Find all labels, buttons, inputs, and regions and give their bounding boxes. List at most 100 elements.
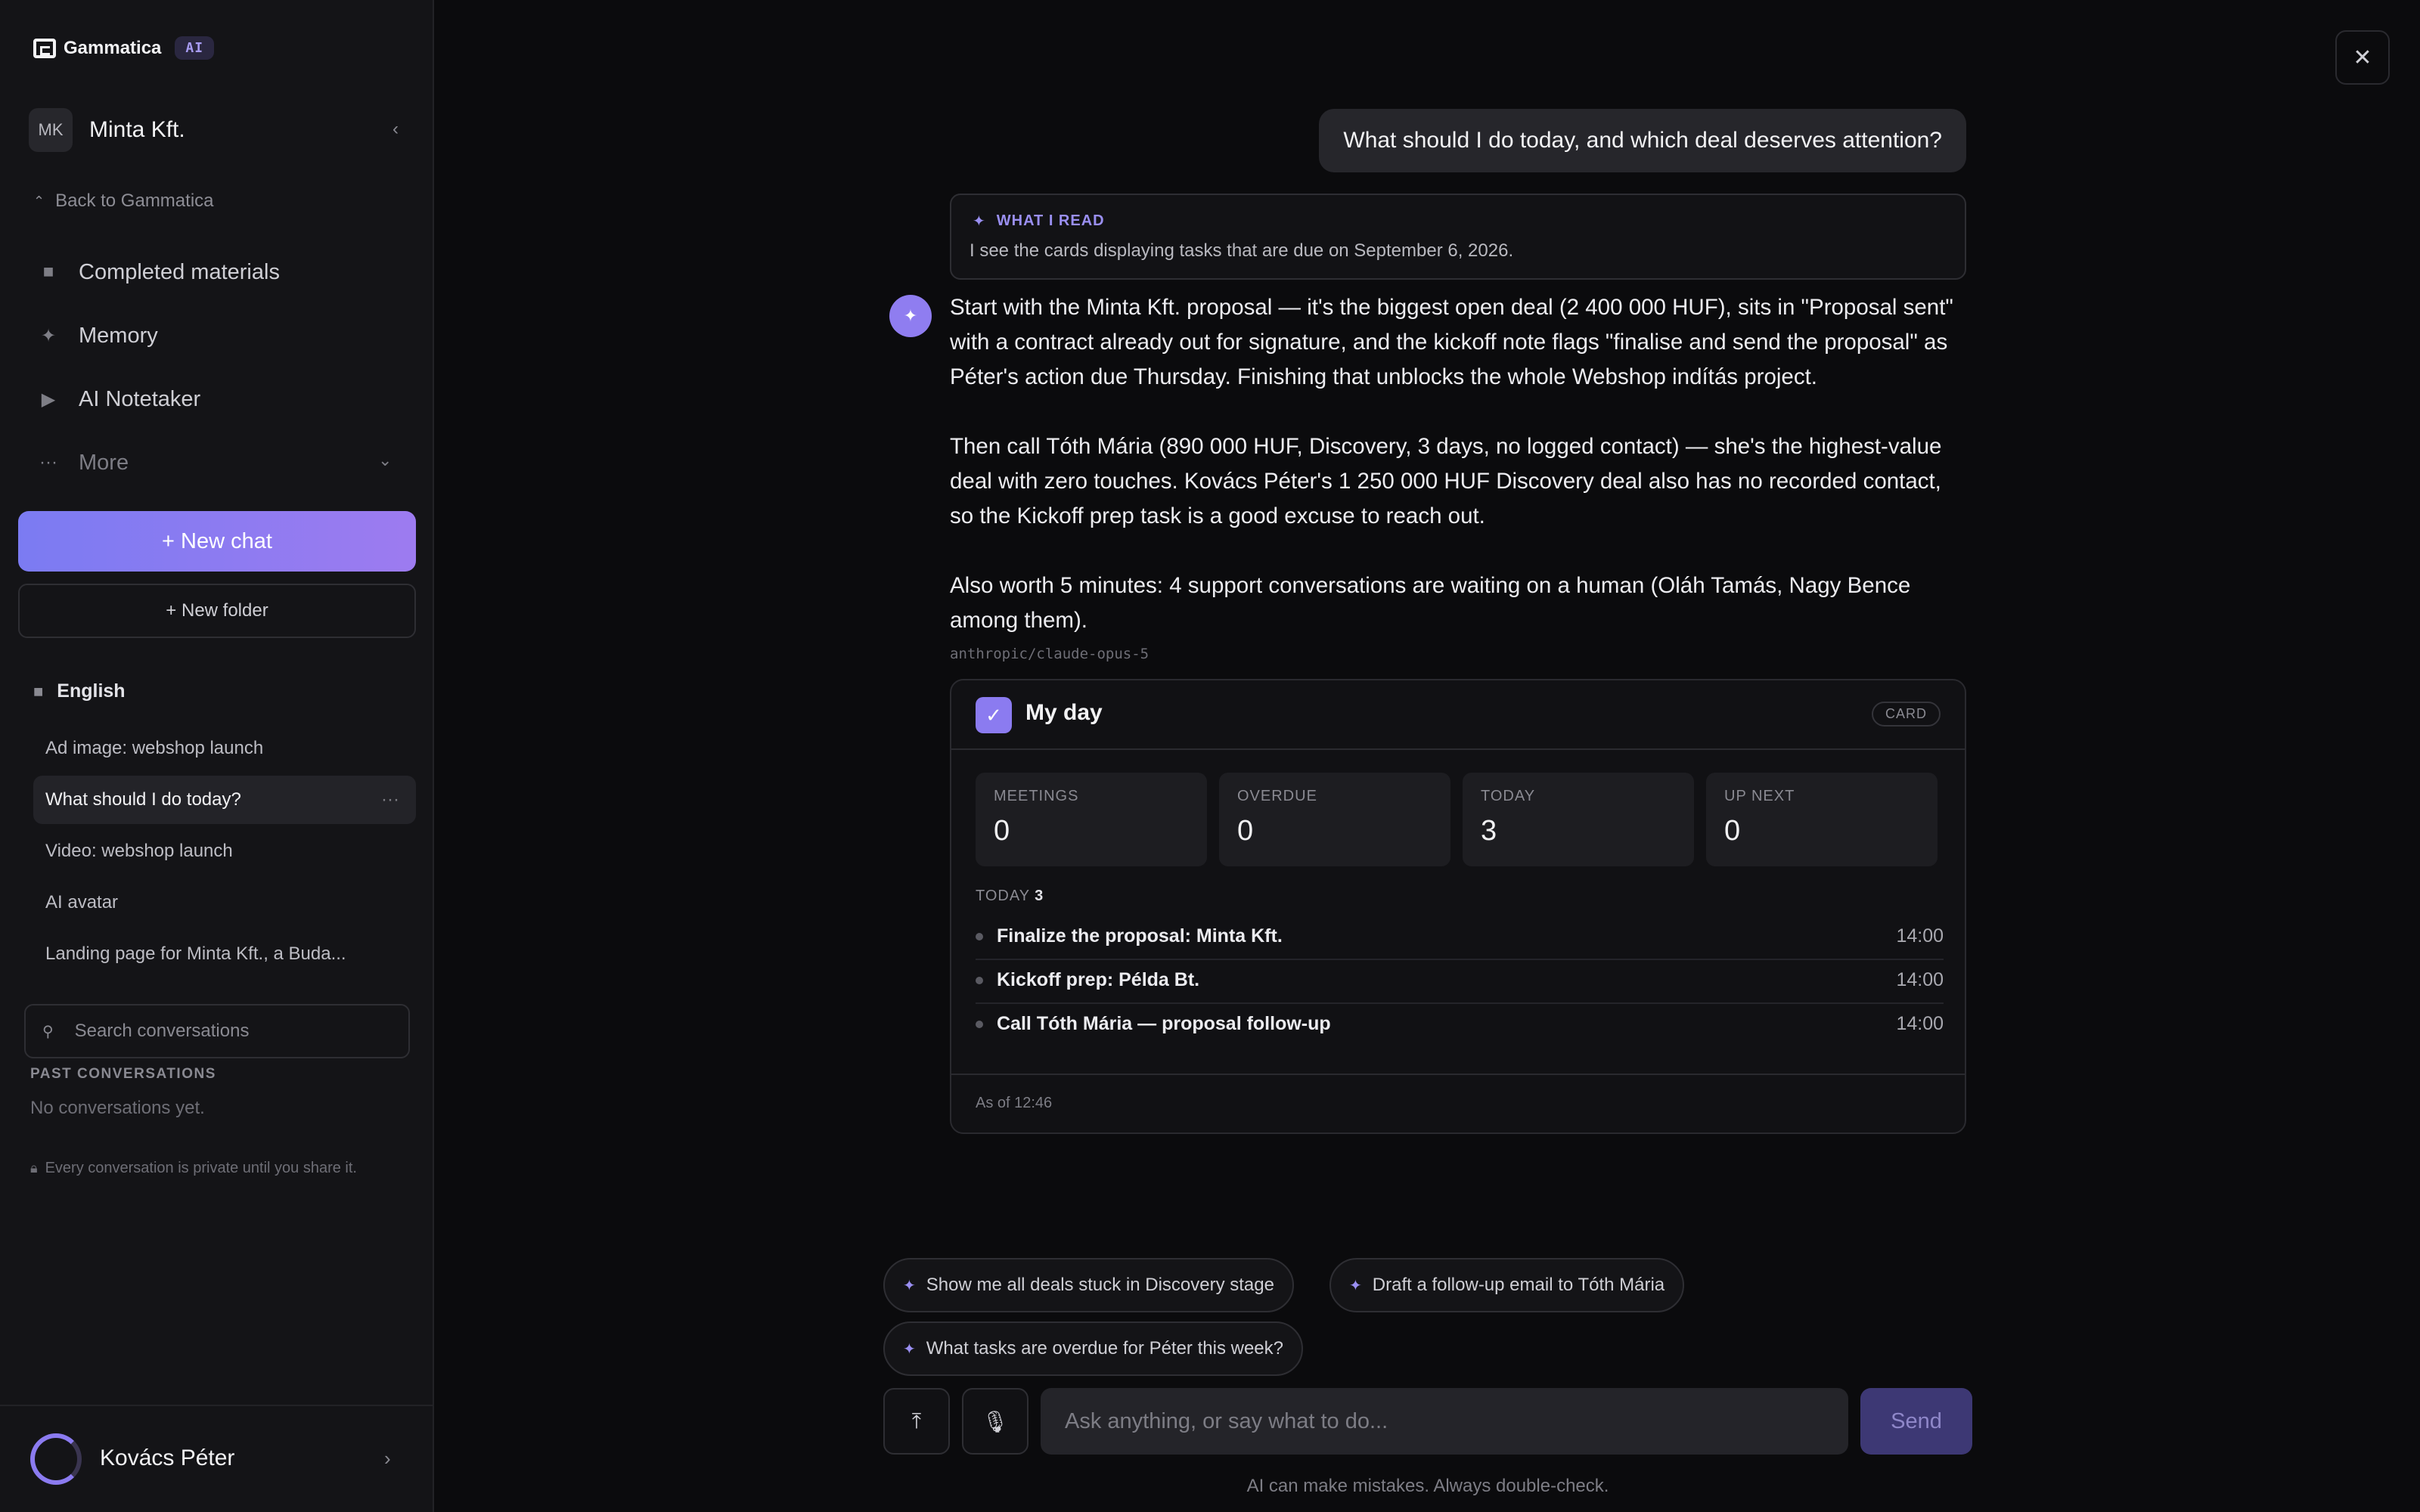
my-day-card: ✓ My day CARD MEETINGS 0 OVERDUE 0 TODAY… xyxy=(950,679,1966,1134)
task-row[interactable]: Finalize the proposal: Minta Kft. 14:00 xyxy=(976,916,1944,960)
stat-label: UP NEXT xyxy=(1724,788,1795,804)
conversation-title: What should I do today? xyxy=(45,789,241,810)
assistant-message: Start with the Minta Kft. proposal — it'… xyxy=(950,290,1971,638)
task-row[interactable]: Kickoff prep: Példa Bt. 14:00 xyxy=(976,960,1944,1004)
conversation-title: AI avatar xyxy=(45,892,119,912)
folder-name: English xyxy=(57,680,126,702)
close-button[interactable]: ✕ xyxy=(2335,30,2390,85)
what-i-read-title: WHAT I READ xyxy=(996,212,1105,229)
conversation-item[interactable]: AI avatar xyxy=(33,878,416,927)
conversation-title: Video: webshop launch xyxy=(45,841,233,861)
avatar xyxy=(30,1433,82,1485)
task-name: Kickoff prep: Példa Bt. xyxy=(997,969,1200,990)
today-count: 3 xyxy=(1035,888,1044,904)
sidebar-item-label: Memory xyxy=(79,323,158,348)
suggestion-chip[interactable]: ✦ Draft a follow-up email to Tóth Mária xyxy=(1329,1258,1685,1312)
conversation-options-icon[interactable]: ··· xyxy=(381,789,399,810)
conversation-title: Ad image: webshop launch xyxy=(45,738,264,758)
sidebar-item-more[interactable]: ··· More xyxy=(33,442,129,484)
sparkle-icon: ✦ xyxy=(903,1277,916,1294)
chevron-up-icon: ⌃ xyxy=(33,193,45,209)
stat-label: OVERDUE xyxy=(1237,788,1317,804)
workspace-switcher[interactable]: MK Minta Kft. ‹ xyxy=(29,108,407,152)
conversation-search[interactable]: ⚲ xyxy=(24,1004,410,1058)
assistant-paragraph: Also worth 5 minutes: 4 support conversa… xyxy=(950,573,1911,633)
upload-button[interactable]: ⤒ xyxy=(883,1388,950,1455)
workspace-name: Minta Kft. xyxy=(89,117,185,142)
card-footer: As of 12:46 xyxy=(951,1074,1965,1134)
brand-name: Gammatica xyxy=(64,37,162,58)
stat-value: 0 xyxy=(1724,815,1741,847)
chevron-down-icon[interactable]: ⌄ xyxy=(378,451,392,470)
collapse-sidebar-icon[interactable]: ‹ xyxy=(384,118,407,141)
what-i-read-panel: ✦ WHAT I READ I see the cards displaying… xyxy=(950,194,1966,280)
today-heading: TODAY 3 xyxy=(976,888,1044,905)
stat-overdue: OVERDUE 0 xyxy=(1219,773,1450,866)
user-menu[interactable]: Kovács Péter › xyxy=(0,1405,434,1512)
folder-english[interactable]: ■ English xyxy=(33,680,126,702)
sidebar-item-label: AI Notetaker xyxy=(79,386,201,411)
new-chat-button[interactable]: + New chat xyxy=(18,511,416,572)
task-bullet xyxy=(976,1021,983,1028)
privacy-note: 🔒︎ Every conversation is private until y… xyxy=(30,1160,357,1177)
conversation-item[interactable]: Video: webshop launch xyxy=(33,827,416,875)
message-input[interactable] xyxy=(1041,1388,1848,1455)
privacy-note-text: Every conversation is private until you … xyxy=(45,1160,357,1176)
sparkle-icon: ✦ xyxy=(40,325,57,346)
conversation-item[interactable]: Ad image: webshop launch xyxy=(33,724,416,773)
lock-icon: 🔒︎ xyxy=(30,1160,38,1176)
sparkle-icon: ✦ xyxy=(903,1340,916,1358)
conversation-title: Landing page for Minta Kft., a Buda... xyxy=(45,943,346,964)
microphone-button[interactable]: 🎙︎ xyxy=(962,1388,1028,1455)
back-link-label: Back to Gammatica xyxy=(55,191,214,211)
conversation-item[interactable]: Landing page for Minta Kft., a Buda... xyxy=(33,930,416,978)
back-to-gammatica-link[interactable]: ⌃ Back to Gammatica xyxy=(33,191,214,212)
search-input[interactable] xyxy=(74,1021,392,1042)
suggestion-chip[interactable]: ✦ What tasks are overdue for Péter this … xyxy=(883,1321,1303,1376)
task-name: Call Tóth Mária — proposal follow-up xyxy=(997,1013,1331,1034)
stat-label: MEETINGS xyxy=(994,788,1079,804)
task-time: 14:00 xyxy=(1896,1013,1944,1034)
checkmark-icon: ✓ xyxy=(976,697,1012,733)
new-folder-button[interactable]: + New folder xyxy=(18,584,416,638)
video-camera-icon: ▶ xyxy=(41,389,56,410)
folder-icon: ■ xyxy=(42,262,54,282)
stat-value: 0 xyxy=(994,815,1010,847)
card-badge: CARD xyxy=(1871,702,1941,727)
what-i-read-text: I see the cards displaying tasks that ar… xyxy=(970,240,1514,261)
stat-meetings: MEETINGS 0 xyxy=(976,773,1207,866)
stat-value: 0 xyxy=(1237,815,1254,847)
stat-value: 3 xyxy=(1481,815,1497,847)
workspace-avatar: MK xyxy=(29,108,73,152)
suggestion-chip[interactable]: ✦ Show me all deals stuck in Discovery s… xyxy=(883,1258,1294,1312)
ellipsis-icon: ··· xyxy=(39,452,57,472)
chevron-right-icon: › xyxy=(384,1447,391,1470)
user-message: What should I do today, and which deal d… xyxy=(1319,109,1966,172)
task-bullet xyxy=(976,977,983,984)
brand[interactable]: Gammatica AI xyxy=(33,36,215,60)
sidebar-item-memory[interactable]: ✦ Memory xyxy=(33,314,158,357)
sidebar: Gammatica AI MK Minta Kft. ‹ ⌃ Back to G… xyxy=(0,0,434,1512)
user-name: Kovács Péter xyxy=(100,1445,235,1470)
send-button[interactable]: Send xyxy=(1860,1388,1972,1455)
search-icon: ⚲ xyxy=(42,1023,54,1040)
folder-icon: ■ xyxy=(33,681,44,701)
past-conversations-empty: No conversations yet. xyxy=(30,1098,205,1118)
sparkle-icon: ✦ xyxy=(1349,1277,1362,1294)
assistant-paragraph: Start with the Minta Kft. proposal — it'… xyxy=(950,295,1953,389)
gammatica-logo-icon xyxy=(33,38,56,58)
today-label: TODAY xyxy=(976,888,1031,904)
stat-up-next: UP NEXT 0 xyxy=(1706,773,1938,866)
task-time: 14:00 xyxy=(1896,969,1944,990)
what-i-read-label: ✦ WHAT I READ xyxy=(973,212,1105,231)
stat-today: TODAY 3 xyxy=(1463,773,1694,866)
task-time: 14:00 xyxy=(1896,925,1944,947)
conversation-item-active[interactable]: What should I do today? ··· xyxy=(33,776,416,824)
past-conversations-heading: PAST CONVERSATIONS xyxy=(30,1066,216,1082)
task-row[interactable]: Call Tóth Mária — proposal follow-up 14:… xyxy=(976,1004,1944,1048)
sidebar-item-label: Completed materials xyxy=(79,259,280,284)
sidebar-item-ai-notetaker[interactable]: ▶ AI Notetaker xyxy=(33,378,200,420)
sidebar-item-completed-materials[interactable]: ■ Completed materials xyxy=(33,251,280,293)
assistant-avatar-icon: ✦ xyxy=(889,295,932,337)
sparkle-icon: ✦ xyxy=(973,213,986,230)
